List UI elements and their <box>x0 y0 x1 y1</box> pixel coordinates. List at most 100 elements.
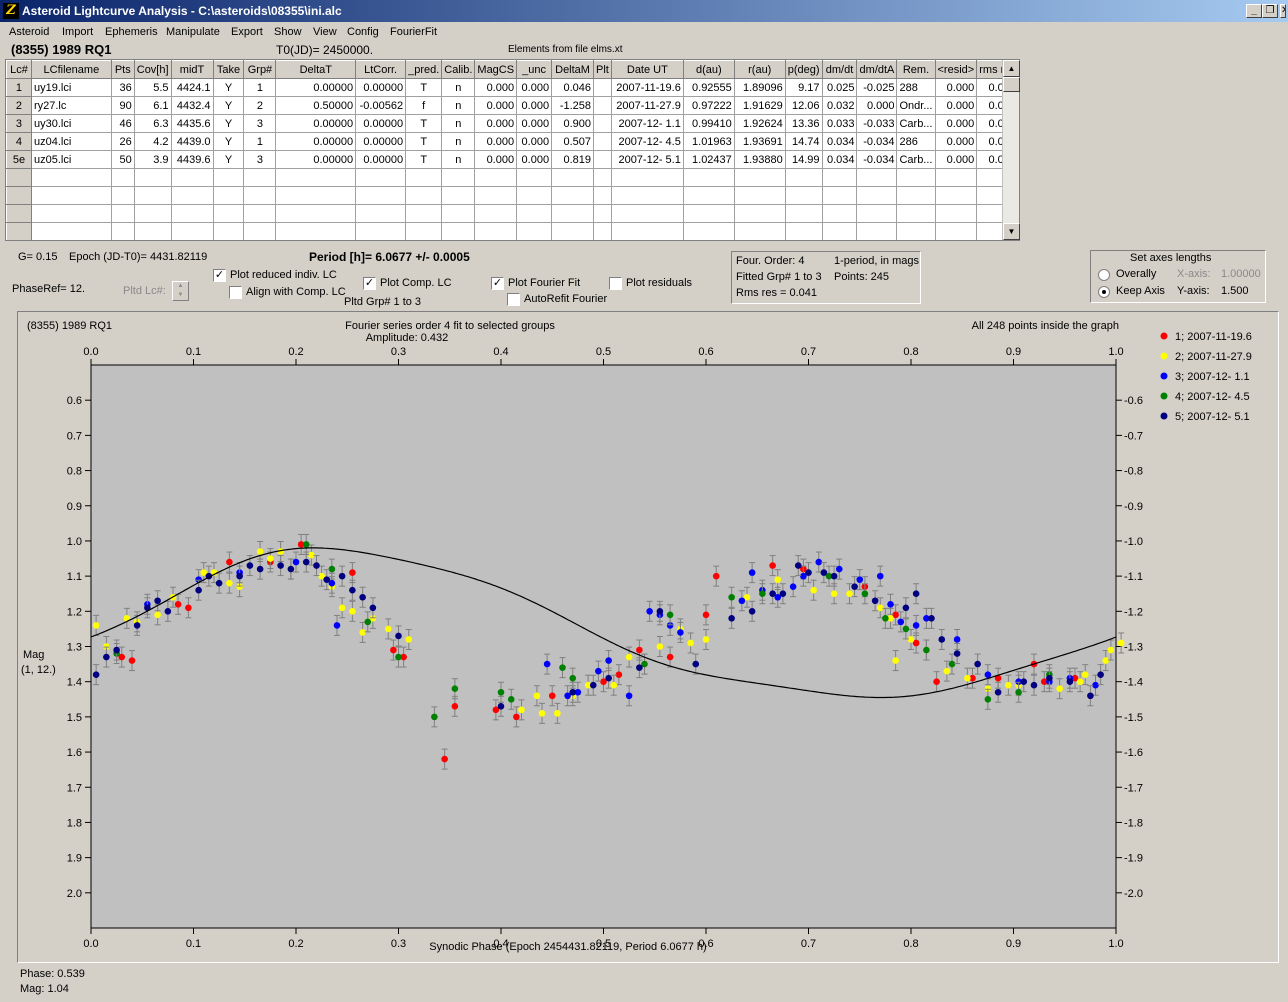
column-header[interactable]: midT <box>170 60 214 79</box>
table-row[interactable]: 1 uy19.lci 36 5.5 4424.1 Y 1 0.00000 0.00000 Tn 0.… <box>6 78 1019 97</box>
table-cell[interactable] <box>441 222 476 240</box>
table-cell[interactable] <box>593 150 612 169</box>
table-cell[interactable]: 14.74 <box>785 132 823 151</box>
table-cell[interactable] <box>822 186 858 205</box>
table-cell[interactable]: -0.033 <box>856 114 898 133</box>
table-cell[interactable]: 0.000 <box>516 78 553 97</box>
table-cell[interactable] <box>171 222 214 240</box>
table-cell[interactable] <box>516 204 553 223</box>
table-cell[interactable] <box>593 114 612 133</box>
table-cell[interactable] <box>111 204 135 223</box>
table-cell[interactable] <box>474 204 518 223</box>
table-cell[interactable]: 2007-11-19.6 <box>611 78 684 97</box>
plot-residuals-checkbox[interactable] <box>609 277 622 290</box>
table-cell[interactable] <box>355 168 407 187</box>
table-cell[interactable]: 0.046 <box>551 78 595 97</box>
table-cell[interactable]: 4435.6 <box>171 114 214 133</box>
table-cell[interactable]: 0.99410 <box>683 114 735 133</box>
table-cell[interactable]: T <box>405 132 443 151</box>
table-cell[interactable]: Ondr... <box>896 96 936 115</box>
table-cell[interactable] <box>551 168 595 187</box>
row-header[interactable] <box>6 168 32 187</box>
table-cell[interactable] <box>822 222 858 240</box>
table-cell[interactable] <box>593 96 612 115</box>
table-cell[interactable]: 1.92624 <box>734 114 786 133</box>
table-cell[interactable]: 4.2 <box>134 132 172 151</box>
autorefit-checkbox[interactable] <box>507 293 520 306</box>
table-cell[interactable]: 0.000 <box>516 132 553 151</box>
table-cell[interactable] <box>275 168 357 187</box>
table-cell[interactable]: 0.025 <box>822 78 858 97</box>
column-header[interactable]: Rem. <box>896 60 936 79</box>
table-cell[interactable] <box>856 204 898 223</box>
table-cell[interactable] <box>31 168 112 187</box>
table-cell[interactable] <box>593 168 612 187</box>
row-header[interactable]: 2 <box>6 96 32 115</box>
table-cell[interactable]: n <box>441 78 476 97</box>
table-cell[interactable]: -0.00562 <box>355 96 407 115</box>
table-cell[interactable]: -0.034 <box>856 150 898 169</box>
table-cell[interactable]: 50 <box>111 150 135 169</box>
table-cell[interactable]: 0.00000 <box>275 114 357 133</box>
table-cell[interactable]: 0.000 <box>474 150 518 169</box>
table-row[interactable]: 5e uz05.lci 50 3.9 4439.6 Y 3 0.00000 0.00000 Tn 0… <box>6 150 1019 169</box>
table-cell[interactable] <box>134 204 172 223</box>
table-cell[interactable] <box>355 222 407 240</box>
column-header[interactable]: d(au) <box>682 60 735 79</box>
table-cell[interactable] <box>551 222 595 240</box>
table-cell[interactable]: Y <box>213 114 245 133</box>
table-cell[interactable]: 0.50000 <box>275 96 357 115</box>
table-cell[interactable]: 1 <box>243 132 277 151</box>
table-cell[interactable] <box>243 168 277 187</box>
table-cell[interactable] <box>134 168 172 187</box>
table-cell[interactable] <box>243 204 277 223</box>
table-cell[interactable] <box>785 186 823 205</box>
table-cell[interactable]: 2007-11-27.9 <box>611 96 684 115</box>
table-cell[interactable]: 0.034 <box>822 150 858 169</box>
scroll-up-icon[interactable]: ▲ <box>1003 60 1020 77</box>
table-cell[interactable]: -0.034 <box>856 132 898 151</box>
table-cell[interactable]: n <box>441 96 476 115</box>
plot-reduced-checkbox[interactable]: ✓ <box>213 269 226 282</box>
menu-import[interactable]: Import <box>62 26 93 38</box>
table-cell[interactable]: 1 <box>243 78 277 97</box>
table-cell[interactable]: 3 <box>243 114 277 133</box>
table-cell[interactable]: 0.000 <box>856 96 898 115</box>
overally-radio[interactable] <box>1098 269 1110 281</box>
table-cell[interactable] <box>683 222 735 240</box>
table-cell[interactable] <box>935 168 978 187</box>
table-row[interactable] <box>6 168 1019 187</box>
table-cell[interactable] <box>171 186 214 205</box>
table-cell[interactable]: 4424.1 <box>171 78 214 97</box>
table-cell[interactable] <box>683 204 735 223</box>
lightcurve-grid[interactable]: Lc# LCfilename Pts Cov[h] midT Take Grp# DeltaT… <box>5 59 1020 241</box>
table-cell[interactable] <box>856 168 898 187</box>
table-cell[interactable] <box>213 222 245 240</box>
table-cell[interactable]: 0.00000 <box>275 78 357 97</box>
table-cell[interactable]: 288 <box>896 78 936 97</box>
lightcurve-graph[interactable]: (8355) 1989 RQ1 Fourier series order 4 f… <box>17 311 1279 963</box>
table-cell[interactable] <box>134 186 172 205</box>
table-cell[interactable] <box>134 222 172 240</box>
table-cell[interactable]: 0.032 <box>822 96 858 115</box>
row-header[interactable]: 5e <box>6 150 32 169</box>
table-cell[interactable]: 13.36 <box>785 114 823 133</box>
table-cell[interactable]: 0.000 <box>474 78 518 97</box>
table-cell[interactable] <box>275 222 357 240</box>
table-cell[interactable]: uy30.lci <box>31 114 112 133</box>
table-cell[interactable] <box>896 204 936 223</box>
table-cell[interactable]: n <box>441 114 476 133</box>
table-cell[interactable]: 0.97222 <box>683 96 735 115</box>
table-cell[interactable]: uz05.lci <box>31 150 112 169</box>
table-cell[interactable]: 0.000 <box>474 114 518 133</box>
table-cell[interactable] <box>896 168 936 187</box>
table-cell[interactable] <box>474 186 518 205</box>
table-cell[interactable] <box>935 186 978 205</box>
table-cell[interactable] <box>593 186 612 205</box>
table-cell[interactable]: 0.000 <box>935 150 978 169</box>
table-cell[interactable]: 1.89096 <box>734 78 786 97</box>
table-cell[interactable]: f <box>405 96 443 115</box>
table-cell[interactable]: 286 <box>896 132 936 151</box>
table-cell[interactable]: n <box>441 150 476 169</box>
table-cell[interactable]: 6.1 <box>134 96 172 115</box>
